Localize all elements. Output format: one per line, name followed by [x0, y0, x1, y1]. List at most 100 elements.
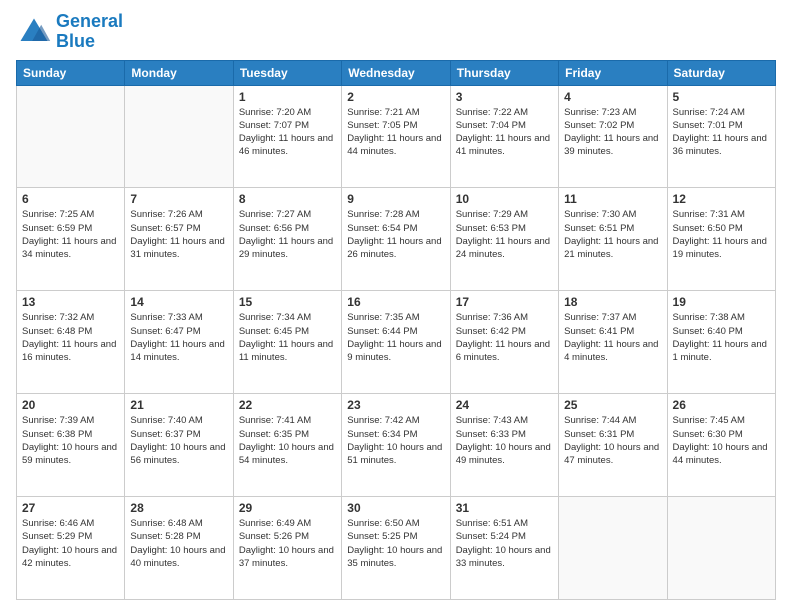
day-info: Sunrise: 7:32 AM Sunset: 6:48 PM Dayligh… — [22, 311, 119, 364]
day-number: 24 — [456, 398, 553, 412]
day-info: Sunrise: 7:24 AM Sunset: 7:01 PM Dayligh… — [673, 106, 770, 159]
day-number: 31 — [456, 501, 553, 515]
day-number: 11 — [564, 192, 661, 206]
calendar-cell — [125, 85, 233, 188]
page: General Blue SundayMondayTuesdayWednesda… — [0, 0, 792, 612]
day-info: Sunrise: 7:34 AM Sunset: 6:45 PM Dayligh… — [239, 311, 336, 364]
day-number: 21 — [130, 398, 227, 412]
day-info: Sunrise: 7:45 AM Sunset: 6:30 PM Dayligh… — [673, 414, 770, 467]
calendar-cell — [17, 85, 125, 188]
day-number: 20 — [22, 398, 119, 412]
calendar-cell: 1 Sunrise: 7:20 AM Sunset: 7:07 PM Daylig… — [233, 85, 341, 188]
calendar-cell: 22 Sunrise: 7:41 AM Sunset: 6:35 PM Dayli… — [233, 394, 341, 497]
weekday-header-sunday: Sunday — [17, 60, 125, 85]
calendar-cell: 17 Sunrise: 7:36 AM Sunset: 6:42 PM Dayli… — [450, 291, 558, 394]
calendar-cell — [667, 497, 775, 600]
day-info: Sunrise: 7:37 AM Sunset: 6:41 PM Dayligh… — [564, 311, 661, 364]
calendar-cell: 29Sunrise: 6:49 AM Sunset: 5:26 PM Dayli… — [233, 497, 341, 600]
day-info: Sunrise: 7:29 AM Sunset: 6:53 PM Dayligh… — [456, 208, 553, 261]
calendar-cell: 19Sunrise: 7:38 AM Sunset: 6:40 PM Dayli… — [667, 291, 775, 394]
day-number: 3 — [456, 90, 553, 104]
day-info: Sunrise: 6:46 AM Sunset: 5:29 PM Dayligh… — [22, 517, 119, 570]
day-number: 22 — [239, 398, 336, 412]
day-info: Sunrise: 7:28 AM Sunset: 6:54 PM Dayligh… — [347, 208, 444, 261]
header: General Blue — [16, 12, 776, 52]
week-row-2: 6 Sunrise: 7:25 AM Sunset: 6:59 PM Daylig… — [17, 188, 776, 291]
logo-text: General Blue — [56, 12, 123, 52]
calendar-cell: 28 Sunrise: 6:48 AM Sunset: 5:28 PM Dayli… — [125, 497, 233, 600]
day-info: Sunrise: 7:35 AM Sunset: 6:44 PM Dayligh… — [347, 311, 444, 364]
calendar-cell: 21 Sunrise: 7:40 AM Sunset: 6:37 PM Dayli… — [125, 394, 233, 497]
weekday-header-row: SundayMondayTuesdayWednesdayThursdayFrid… — [17, 60, 776, 85]
day-number: 17 — [456, 295, 553, 309]
weekday-header-thursday: Thursday — [450, 60, 558, 85]
calendar-table: SundayMondayTuesdayWednesdayThursdayFrid… — [16, 60, 776, 600]
weekday-header-friday: Friday — [559, 60, 667, 85]
day-info: Sunrise: 6:48 AM Sunset: 5:28 PM Dayligh… — [130, 517, 227, 570]
day-info: Sunrise: 7:44 AM Sunset: 6:31 PM Dayligh… — [564, 414, 661, 467]
calendar-cell: 8 Sunrise: 7:27 AM Sunset: 6:56 PM Daylig… — [233, 188, 341, 291]
calendar-cell: 14 Sunrise: 7:33 AM Sunset: 6:47 PM Dayli… — [125, 291, 233, 394]
calendar-cell: 6 Sunrise: 7:25 AM Sunset: 6:59 PM Daylig… — [17, 188, 125, 291]
day-number: 1 — [239, 90, 336, 104]
calendar-cell: 31 Sunrise: 6:51 AM Sunset: 5:24 PM Dayli… — [450, 497, 558, 600]
day-info: Sunrise: 7:21 AM Sunset: 7:05 PM Dayligh… — [347, 106, 444, 159]
calendar-cell: 2 Sunrise: 7:21 AM Sunset: 7:05 PM Daylig… — [342, 85, 450, 188]
weekday-header-monday: Monday — [125, 60, 233, 85]
day-info: Sunrise: 7:33 AM Sunset: 6:47 PM Dayligh… — [130, 311, 227, 364]
day-number: 7 — [130, 192, 227, 206]
calendar-cell: 13 Sunrise: 7:32 AM Sunset: 6:48 PM Dayli… — [17, 291, 125, 394]
week-row-4: 20 Sunrise: 7:39 AM Sunset: 6:38 PM Dayli… — [17, 394, 776, 497]
day-number: 28 — [130, 501, 227, 515]
calendar-cell: 5 Sunrise: 7:24 AM Sunset: 7:01 PM Daylig… — [667, 85, 775, 188]
week-row-3: 13 Sunrise: 7:32 AM Sunset: 6:48 PM Dayli… — [17, 291, 776, 394]
day-number: 13 — [22, 295, 119, 309]
day-number: 4 — [564, 90, 661, 104]
day-info: Sunrise: 6:50 AM Sunset: 5:25 PM Dayligh… — [347, 517, 444, 570]
day-info: Sunrise: 7:39 AM Sunset: 6:38 PM Dayligh… — [22, 414, 119, 467]
day-info: Sunrise: 7:25 AM Sunset: 6:59 PM Dayligh… — [22, 208, 119, 261]
day-info: Sunrise: 6:49 AM Sunset: 5:26 PM Dayligh… — [239, 517, 336, 570]
calendar-cell: 20 Sunrise: 7:39 AM Sunset: 6:38 PM Dayli… — [17, 394, 125, 497]
day-number: 5 — [673, 90, 770, 104]
day-info: Sunrise: 7:20 AM Sunset: 7:07 PM Dayligh… — [239, 106, 336, 159]
day-info: Sunrise: 7:41 AM Sunset: 6:35 PM Dayligh… — [239, 414, 336, 467]
day-info: Sunrise: 7:36 AM Sunset: 6:42 PM Dayligh… — [456, 311, 553, 364]
calendar-cell: 11 Sunrise: 7:30 AM Sunset: 6:51 PM Dayli… — [559, 188, 667, 291]
calendar-cell: 23 Sunrise: 7:42 AM Sunset: 6:34 PM Dayli… — [342, 394, 450, 497]
day-info: Sunrise: 7:22 AM Sunset: 7:04 PM Dayligh… — [456, 106, 553, 159]
day-number: 16 — [347, 295, 444, 309]
day-info: Sunrise: 7:38 AM Sunset: 6:40 PM Dayligh… — [673, 311, 770, 364]
day-info: Sunrise: 7:40 AM Sunset: 6:37 PM Dayligh… — [130, 414, 227, 467]
day-number: 9 — [347, 192, 444, 206]
calendar-cell: 10 Sunrise: 7:29 AM Sunset: 6:53 PM Dayli… — [450, 188, 558, 291]
day-info: Sunrise: 7:30 AM Sunset: 6:51 PM Dayligh… — [564, 208, 661, 261]
calendar-cell: 25Sunrise: 7:44 AM Sunset: 6:31 PM Dayli… — [559, 394, 667, 497]
day-number: 8 — [239, 192, 336, 206]
calendar-cell: 16 Sunrise: 7:35 AM Sunset: 6:44 PM Dayli… — [342, 291, 450, 394]
day-number: 15 — [239, 295, 336, 309]
day-info: Sunrise: 7:27 AM Sunset: 6:56 PM Dayligh… — [239, 208, 336, 261]
day-info: Sunrise: 7:23 AM Sunset: 7:02 PM Dayligh… — [564, 106, 661, 159]
calendar-cell: 24Sunrise: 7:43 AM Sunset: 6:33 PM Dayli… — [450, 394, 558, 497]
day-number: 14 — [130, 295, 227, 309]
calendar-cell: 15 Sunrise: 7:34 AM Sunset: 6:45 PM Dayli… — [233, 291, 341, 394]
calendar-cell: 26 Sunrise: 7:45 AM Sunset: 6:30 PM Dayli… — [667, 394, 775, 497]
day-number: 27 — [22, 501, 119, 515]
day-info: Sunrise: 7:42 AM Sunset: 6:34 PM Dayligh… — [347, 414, 444, 467]
day-number: 23 — [347, 398, 444, 412]
day-number: 10 — [456, 192, 553, 206]
weekday-header-wednesday: Wednesday — [342, 60, 450, 85]
day-number: 6 — [22, 192, 119, 206]
calendar-cell: 12 Sunrise: 7:31 AM Sunset: 6:50 PM Dayli… — [667, 188, 775, 291]
day-info: Sunrise: 6:51 AM Sunset: 5:24 PM Dayligh… — [456, 517, 553, 570]
day-number: 26 — [673, 398, 770, 412]
day-number: 18 — [564, 295, 661, 309]
logo-icon — [16, 14, 52, 50]
day-number: 12 — [673, 192, 770, 206]
calendar-cell: 4 Sunrise: 7:23 AM Sunset: 7:02 PM Daylig… — [559, 85, 667, 188]
day-number: 2 — [347, 90, 444, 104]
week-row-1: 1 Sunrise: 7:20 AM Sunset: 7:07 PM Daylig… — [17, 85, 776, 188]
week-row-5: 27 Sunrise: 6:46 AM Sunset: 5:29 PM Dayli… — [17, 497, 776, 600]
day-info: Sunrise: 7:31 AM Sunset: 6:50 PM Dayligh… — [673, 208, 770, 261]
